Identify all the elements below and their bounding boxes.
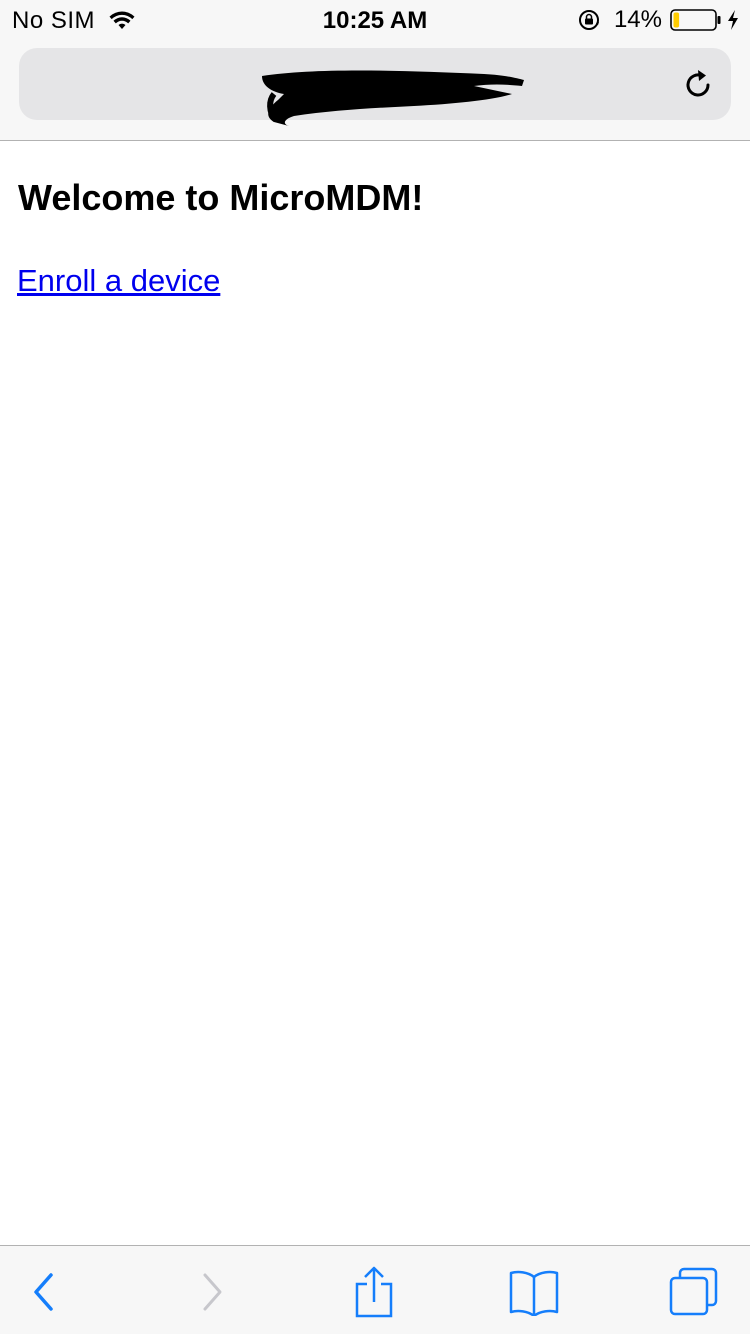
tabs-icon bbox=[669, 1267, 718, 1316]
tabs-button[interactable] bbox=[664, 1264, 724, 1320]
enroll-device-link[interactable]: Enroll a device bbox=[17, 263, 220, 299]
share-icon bbox=[355, 1266, 393, 1318]
battery-icon bbox=[670, 9, 721, 31]
safari-screen: No SIM 10:25 AM 14% Welcome to MicroMDM!… bbox=[0, 0, 750, 1334]
forward-button[interactable] bbox=[182, 1264, 242, 1320]
status-right: 14% bbox=[578, 6, 740, 34]
bookmarks-icon bbox=[509, 1270, 559, 1316]
bottom-toolbar bbox=[0, 1245, 750, 1334]
forward-icon bbox=[203, 1273, 222, 1311]
url-field[interactable] bbox=[19, 48, 731, 126]
page-content: Welcome to MicroMDM! Enroll a device bbox=[0, 141, 750, 1245]
page-title: Welcome to MicroMDM! bbox=[18, 177, 424, 218]
battery-percent: 14% bbox=[613, 6, 662, 33]
share-button[interactable] bbox=[344, 1264, 404, 1320]
rotation-lock-icon bbox=[578, 10, 599, 30]
bookmarks-button[interactable] bbox=[504, 1264, 564, 1320]
status-bar: No SIM 10:25 AM 14% bbox=[0, 0, 750, 40]
back-button[interactable] bbox=[14, 1264, 74, 1320]
back-icon bbox=[34, 1273, 53, 1311]
address-bar-area bbox=[0, 40, 750, 141]
charging-bolt-icon bbox=[728, 10, 738, 30]
redacted-url-scribble bbox=[262, 70, 524, 126]
reload-icon[interactable] bbox=[681, 68, 715, 102]
